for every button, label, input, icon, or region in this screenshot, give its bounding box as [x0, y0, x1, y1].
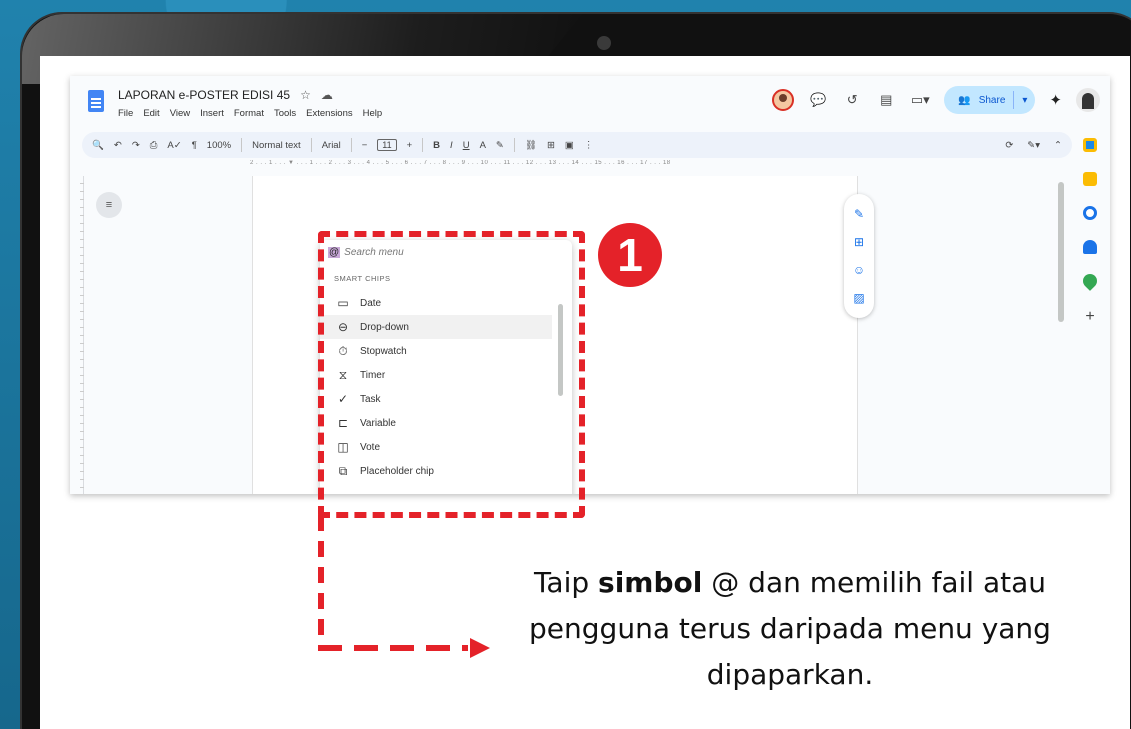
- gemini-icon[interactable]: ✦: [1049, 91, 1062, 109]
- side-panel-apps: +: [1070, 128, 1110, 494]
- formatting-toolbar: 🔍 ↶ ↷ ⎙ A✓ ¶ 100% Normal text Arial − 11…: [82, 132, 1072, 158]
- toolbar-divider: [310, 138, 312, 152]
- italic-icon[interactable]: I: [450, 140, 453, 151]
- user-avatar[interactable]: [1076, 88, 1100, 112]
- search-icon[interactable]: 🔍: [92, 140, 104, 151]
- cloud-status-icon[interactable]: ☁: [321, 88, 333, 102]
- font-select[interactable]: Arial: [322, 140, 341, 151]
- caption-rest: @ dan memilih fail atau: [702, 566, 1047, 599]
- menu-extensions[interactable]: Extensions: [306, 108, 352, 119]
- bold-icon[interactable]: B: [433, 140, 440, 151]
- increase-font-icon[interactable]: +: [407, 140, 413, 151]
- add-comment-icon[interactable]: ⊞: [547, 140, 555, 151]
- instruction-caption: Taip simbol @ dan memilih fail atau peng…: [490, 560, 1090, 698]
- title-bar: LAPORAN e-POSTER EDISI 45 ☆ ☁ File Edit …: [70, 76, 1110, 128]
- step-number-badge: 1: [598, 223, 662, 287]
- sync-icon[interactable]: ⟳: [1005, 140, 1013, 151]
- document-scrollbar[interactable]: [1058, 182, 1064, 322]
- style-select[interactable]: Normal text: [252, 140, 301, 151]
- toolbar-right: ⟳ ✎▾ ⌃: [1005, 140, 1062, 151]
- more-options-icon[interactable]: ⋮: [584, 140, 594, 151]
- dashed-connector-horizontal: [318, 645, 468, 651]
- menu-edit[interactable]: Edit: [143, 108, 159, 119]
- horizontal-ruler[interactable]: 2 . . . 1 . . . ▼ . . . 1 . . . 2 . . . …: [250, 160, 870, 172]
- collapse-menus-icon[interactable]: ⌃: [1054, 140, 1062, 151]
- add-app-icon[interactable]: +: [1085, 308, 1094, 326]
- share-divider: [1013, 91, 1015, 109]
- menu-format[interactable]: Format: [234, 108, 264, 119]
- document-outline-icon[interactable]: ≡: [96, 192, 122, 218]
- highlight-icon[interactable]: ✎: [496, 140, 504, 151]
- calendar-icon[interactable]: [1083, 138, 1097, 152]
- dashed-connector-vertical: [318, 515, 324, 645]
- collaborator-avatar[interactable]: [772, 89, 795, 111]
- menu-bar: File Edit View Insert Format Tools Exten…: [118, 108, 382, 119]
- tasks-icon[interactable]: [1083, 206, 1097, 220]
- toolbar-divider: [241, 138, 243, 152]
- print-icon[interactable]: ⎙: [150, 140, 158, 151]
- menu-file[interactable]: File: [118, 108, 133, 119]
- add-comment-icon[interactable]: ⊞: [854, 235, 864, 249]
- menu-insert[interactable]: Insert: [200, 108, 224, 119]
- undo-icon[interactable]: ↶: [114, 140, 122, 151]
- star-icon[interactable]: ☆: [300, 88, 311, 102]
- share-label: Share: [978, 94, 1006, 106]
- paint-format-icon[interactable]: ¶: [192, 140, 197, 151]
- caption-prefix: Taip: [533, 566, 599, 599]
- editing-mode-icon[interactable]: ✎▾: [1027, 140, 1040, 151]
- caption-bold: simbol: [598, 566, 703, 599]
- toolbar-divider: [350, 138, 352, 152]
- help-me-write-icon[interactable]: ✎: [854, 207, 864, 221]
- caption-line-1: Taip simbol @ dan memilih fail atau: [490, 560, 1090, 606]
- caption-line-2: pengguna terus daripada menu yang: [529, 612, 1051, 645]
- floating-side-toolbar: ✎ ⊞ ☺ ▨: [844, 194, 874, 318]
- font-size-field[interactable]: 11: [377, 139, 397, 151]
- menu-tools[interactable]: Tools: [274, 108, 296, 119]
- link-icon[interactable]: ⛓: [525, 140, 537, 151]
- comment-list-icon[interactable]: ▤: [876, 90, 896, 110]
- insert-image-icon[interactable]: ▣: [565, 140, 574, 151]
- redo-icon[interactable]: ↷: [132, 140, 140, 151]
- zoom-select[interactable]: 100%: [207, 140, 231, 151]
- text-color-icon[interactable]: A: [480, 140, 486, 151]
- history-icon[interactable]: ↺: [842, 90, 862, 110]
- toolbar-divider: [513, 138, 515, 152]
- toolbar-divider: [422, 138, 424, 152]
- vertical-ruler: [74, 176, 84, 494]
- document-title[interactable]: LAPORAN e-POSTER EDISI 45: [118, 88, 290, 102]
- emoji-reaction-icon[interactable]: ☺: [853, 263, 865, 277]
- underline-icon[interactable]: U: [463, 140, 470, 151]
- document-title-row: LAPORAN e-POSTER EDISI 45 ☆ ☁: [118, 88, 333, 102]
- title-bar-actions: 💬 ↺ ▤ ▭▾ 👥 Share ▾ ✦: [772, 86, 1100, 114]
- suggest-edits-icon[interactable]: ▨: [853, 291, 864, 305]
- maps-icon[interactable]: [1080, 271, 1100, 291]
- share-dropdown-icon[interactable]: ▾: [1022, 95, 1027, 106]
- keep-icon[interactable]: [1083, 172, 1097, 186]
- share-people-icon: 👥: [958, 94, 971, 106]
- menu-view[interactable]: View: [170, 108, 190, 119]
- share-button[interactable]: 👥 Share ▾: [944, 86, 1036, 114]
- spellcheck-icon[interactable]: A✓: [167, 140, 181, 151]
- menu-help[interactable]: Help: [363, 108, 383, 119]
- google-docs-window: LAPORAN e-POSTER EDISI 45 ☆ ☁ File Edit …: [70, 76, 1110, 494]
- webcam: [597, 36, 611, 50]
- caption-line-3: dipaparkan.: [706, 658, 874, 691]
- comments-icon[interactable]: 💬: [808, 90, 828, 110]
- decrease-font-icon[interactable]: −: [362, 140, 368, 151]
- arrow-head-icon: [470, 638, 490, 658]
- meet-icon[interactable]: ▭▾: [910, 90, 930, 110]
- docs-logo-icon[interactable]: [88, 90, 104, 112]
- highlight-dashed-box: [318, 231, 585, 518]
- contacts-icon[interactable]: [1083, 240, 1097, 254]
